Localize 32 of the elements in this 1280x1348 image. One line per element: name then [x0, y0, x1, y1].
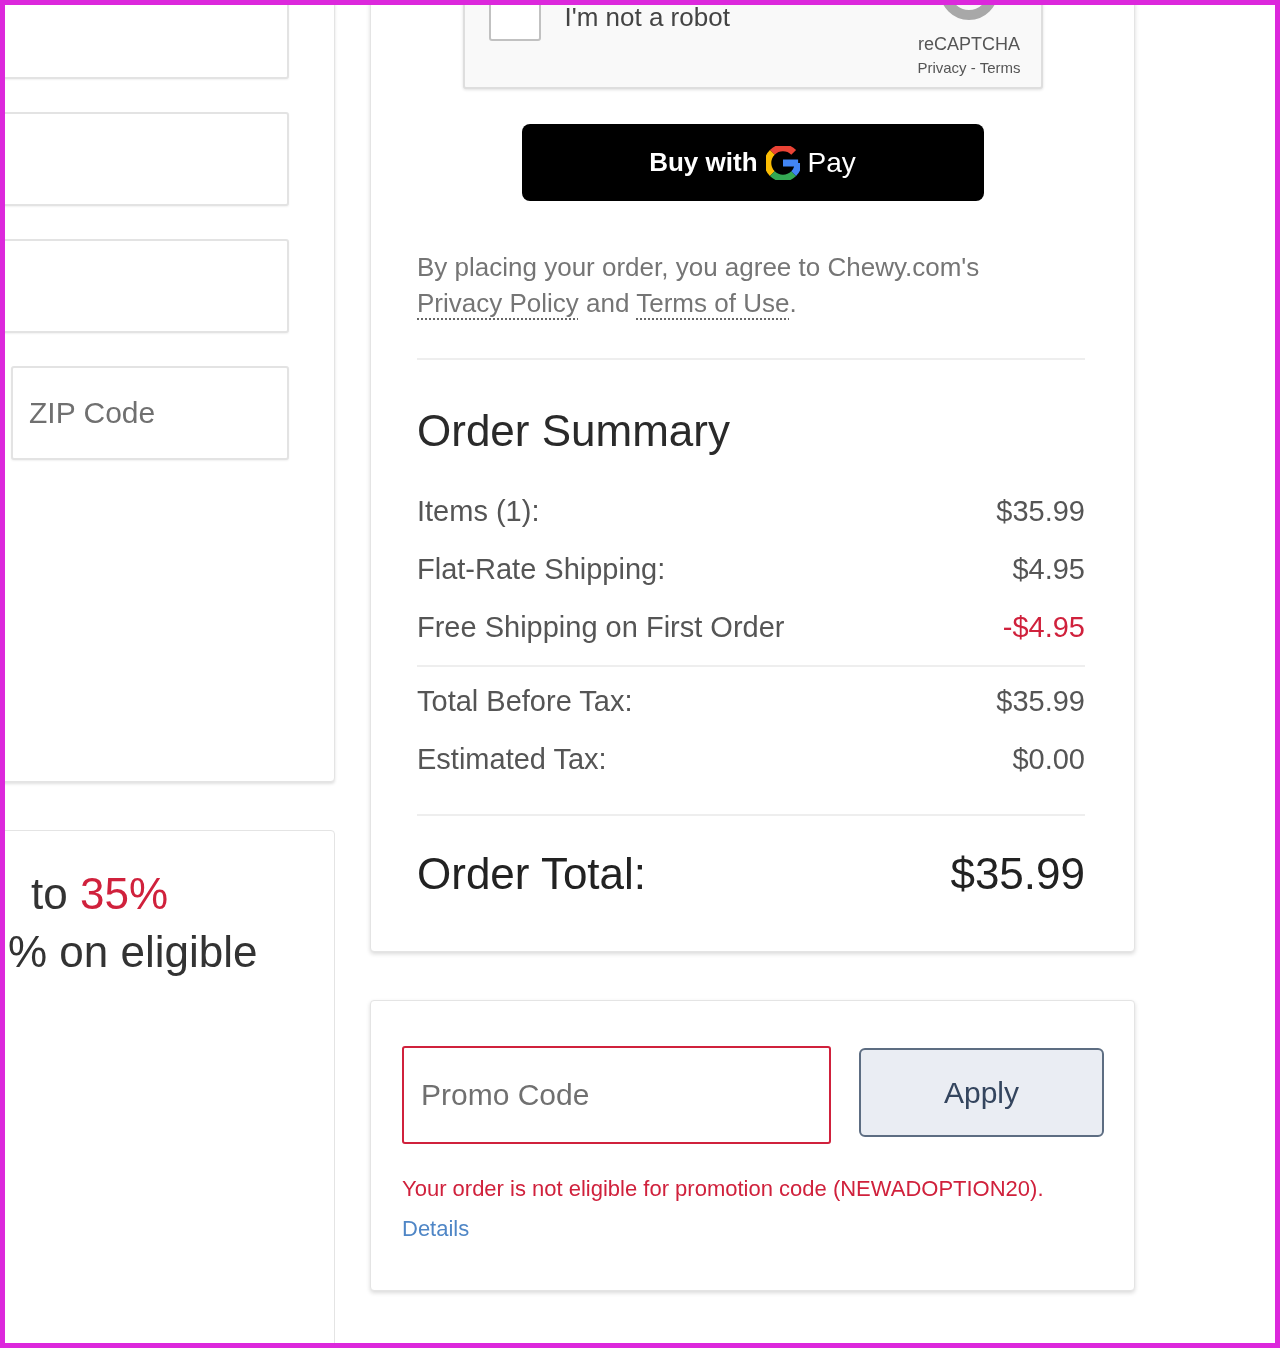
input-field[interactable]: ZIP Code	[11, 366, 289, 460]
summary-price: -$4.95	[1002, 610, 1085, 645]
policy-link[interactable]: Terms of Use	[636, 288, 790, 318]
summary-price: $35.99	[996, 684, 1085, 719]
summary-label: Items (1):	[417, 494, 540, 529]
apply-button[interactable]: Apply	[859, 1048, 1104, 1137]
offer-text: to 35%	[30, 868, 168, 920]
promo-error-text: Your order is not eligible for promotion code (NEWADOPTION20).	[402, 1175, 1044, 1203]
offer-text: % on eligible	[7, 926, 258, 978]
summary-label: Total Before Tax:	[417, 684, 633, 719]
policy-link[interactable]: Privacy Policy	[417, 288, 579, 318]
promo-code-field[interactable]: Promo Code	[402, 1046, 831, 1144]
summary-label: Flat-Rate Shipping:	[417, 552, 666, 587]
legal-text: By placing your order, you agree to Chewy.com's Privacy Policy and Terms of Use.	[417, 251, 981, 320]
input-field[interactable]	[5, 239, 289, 333]
order-total-label: Order Total:	[417, 848, 647, 900]
summary-title: Order Summary	[417, 405, 730, 457]
order-total-price: $35.99	[950, 848, 1085, 900]
captcha-label: I'm not a robot	[564, 5, 730, 33]
summary-label: Estimated Tax:	[417, 742, 607, 777]
captcha-brand: reCAPTCHA	[917, 33, 1020, 55]
g-logo-icon	[765, 145, 800, 180]
details-link[interactable]: Details	[402, 1215, 470, 1243]
buy-with-gpay-button[interactable]: Buy with Pay	[521, 124, 984, 201]
captcha-links[interactable]: Privacy - Terms	[917, 59, 1021, 77]
summary-price: $4.95	[1012, 552, 1085, 587]
input-field[interactable]	[5, 112, 289, 206]
summary-price: $35.99	[996, 494, 1085, 529]
input-field[interactable]	[5, 5, 289, 79]
summary-label: Free Shipping on First Order	[417, 610, 785, 645]
summary-price: $0.00	[1012, 742, 1085, 777]
captcha-checkbox[interactable]	[488, 5, 541, 41]
